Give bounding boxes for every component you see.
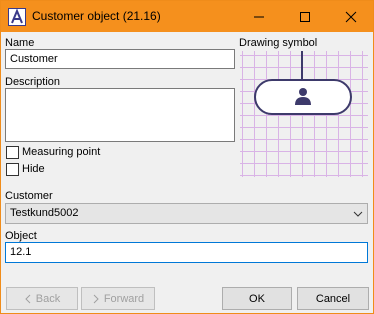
- title-bar[interactable]: Customer object (21.16): [1, 1, 373, 32]
- forward-button-label: Forward: [103, 292, 145, 305]
- measuring-point-checkbox[interactable]: [6, 146, 19, 159]
- name-label: Name: [5, 37, 35, 49]
- minimize-icon: [254, 16, 264, 17]
- object-input[interactable]: 12.1: [5, 242, 368, 263]
- measuring-point-label: Measuring point: [22, 146, 101, 158]
- customer-select-value: Testkund5002: [10, 207, 79, 219]
- close-icon: [345, 11, 357, 22]
- cancel-button-label: Cancel: [315, 292, 351, 305]
- cancel-button[interactable]: Cancel: [297, 287, 369, 310]
- minimize-button[interactable]: [236, 1, 282, 32]
- app-logo-icon: [8, 8, 26, 26]
- ok-button-label: OK: [249, 292, 265, 305]
- customer-label: Customer: [5, 190, 53, 202]
- ok-button[interactable]: OK: [222, 287, 292, 310]
- name-input[interactable]: Customer: [5, 49, 235, 69]
- chevron-down-icon: [353, 211, 363, 217]
- hide-checkbox[interactable]: [6, 163, 19, 176]
- chevron-left-icon: [25, 294, 31, 303]
- drawing-symbol-preview: [254, 51, 352, 115]
- hide-label: Hide: [22, 163, 45, 175]
- description-input[interactable]: [5, 88, 235, 142]
- customer-select[interactable]: Testkund5002: [5, 203, 368, 224]
- drawing-symbol-label: Drawing symbol: [239, 37, 318, 49]
- forward-button[interactable]: Forward: [81, 287, 155, 310]
- back-button[interactable]: Back: [6, 287, 78, 310]
- object-label: Object: [5, 230, 37, 242]
- close-button[interactable]: [328, 1, 374, 32]
- back-button-label: Back: [35, 292, 61, 305]
- chevron-right-icon: [93, 294, 99, 303]
- maximize-icon: [300, 11, 310, 22]
- window-title: Customer object (21.16): [32, 9, 161, 23]
- dialog-window: Customer object (21.16) Name Customer De…: [0, 0, 374, 314]
- maximize-button[interactable]: [282, 1, 328, 32]
- drawing-symbol-canvas: [240, 51, 368, 177]
- description-label: Description: [5, 76, 61, 88]
